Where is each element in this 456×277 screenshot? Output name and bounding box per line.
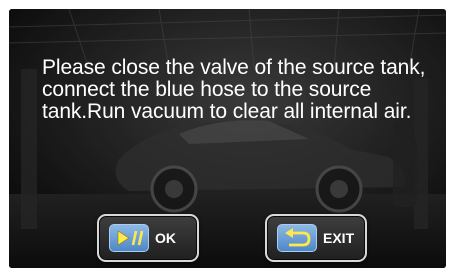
ok-button[interactable]: OK	[97, 214, 199, 262]
exit-button-label: EXIT	[323, 230, 355, 246]
return-arrow-icon	[277, 224, 317, 252]
device-frame: Please close the valve of the source tan…	[0, 0, 456, 277]
play-pause-icon	[109, 224, 149, 252]
background-photo	[9, 9, 446, 268]
exit-button[interactable]: EXIT	[265, 214, 367, 262]
ok-button-label: OK	[155, 230, 176, 246]
dialog-screen: Please close the valve of the source tan…	[9, 9, 446, 268]
instruction-message: Please close the valve of the source tan…	[42, 56, 426, 123]
